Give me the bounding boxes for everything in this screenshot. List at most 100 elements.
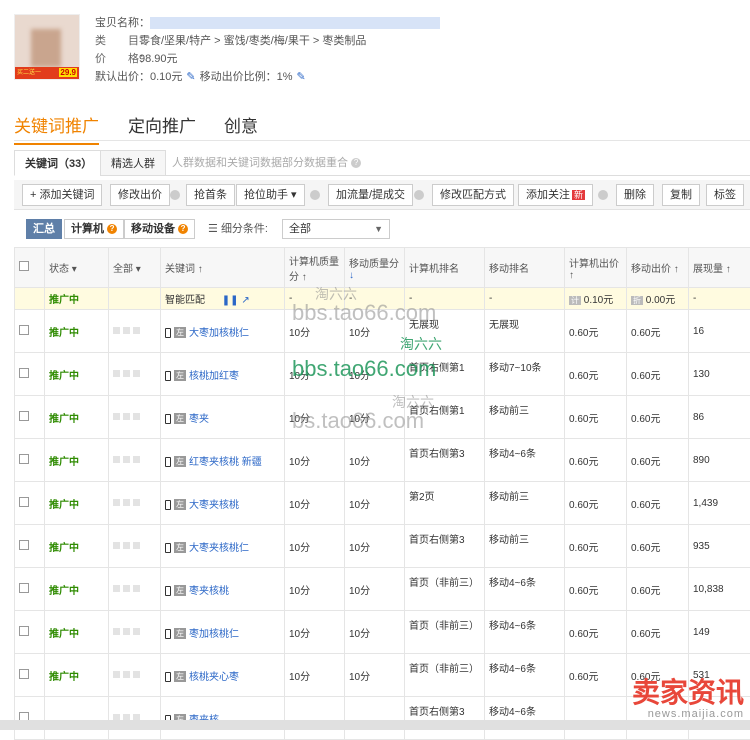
keyword-link[interactable]: 大枣夹核桃仁 (189, 543, 249, 554)
help-icon[interactable]: ? (178, 224, 188, 234)
row-pc-bid[interactable]: 0.60元 (565, 482, 627, 525)
edit-bid-button[interactable]: 修改出价 (110, 184, 170, 206)
help-icon[interactable] (170, 190, 180, 200)
product-image[interactable]: 买二送一 29.9 (14, 14, 80, 80)
row-pc-bid[interactable]: 0.60元 (565, 611, 627, 654)
row-checkbox[interactable] (19, 540, 29, 550)
row-checkbox[interactable] (19, 368, 29, 378)
keyword-link[interactable]: 红枣夹核桃 新疆 (189, 457, 262, 468)
help-icon[interactable]: ? (107, 224, 117, 234)
edit-bid-icon[interactable]: ✎ (186, 71, 195, 83)
row-mobile-bid[interactable]: 0.60元 (627, 353, 689, 396)
row-pc-bid[interactable]: 计 0.10元 (565, 288, 627, 310)
row-pc-bid[interactable]: 0.60元 (565, 525, 627, 568)
tab-creative[interactable]: 创意 (224, 112, 258, 137)
horizontal-scrollbar[interactable] (0, 720, 750, 730)
row-pc-bid[interactable] (565, 697, 627, 740)
brand-name: 卖家资讯 (632, 678, 744, 708)
row-mobile-bid[interactable]: 0.60元 (627, 482, 689, 525)
row-keyword[interactable]: 左核桃夹心枣 (161, 654, 285, 697)
smart-match-row: 推广中 智能匹配 ❚❚ ↗ - - - - 计 0.10元 折 0.00元 - (15, 288, 750, 310)
row-checkbox[interactable] (19, 454, 29, 464)
keyword-link[interactable]: 核桃加红枣 (189, 371, 239, 382)
row-keyword[interactable]: 左核桃加红枣 (161, 353, 285, 396)
row-pc-bid[interactable]: 0.60元 (565, 353, 627, 396)
row-checkbox[interactable] (19, 669, 29, 679)
copy-button[interactable]: 复制 (662, 184, 700, 206)
row-checkbox[interactable] (19, 626, 29, 636)
delete-button[interactable]: 删除 (616, 184, 654, 206)
row-keyword[interactable]: 左枣夹核 (161, 697, 285, 740)
row-mobile-bid[interactable]: 0.60元 (627, 611, 689, 654)
row-pc-bid[interactable]: 0.60元 (565, 654, 627, 697)
col-mobile-bid[interactable]: 移动出价 ↑ (627, 248, 689, 288)
help-icon[interactable] (414, 190, 424, 200)
row-pc-quality (285, 697, 345, 740)
keyword-link[interactable]: 枣加核桃仁 (189, 629, 239, 640)
row-checkbox[interactable] (19, 583, 29, 593)
col-status[interactable]: 状态 ▾ (45, 248, 109, 288)
edit-match-button[interactable]: 修改匹配方式 (432, 184, 514, 206)
row-keyword[interactable]: 左枣夹 (161, 396, 285, 439)
chart-icon[interactable]: ↗ (241, 295, 249, 306)
help-icon[interactable]: ? (351, 158, 361, 168)
filter-select[interactable]: 全部▼ (282, 219, 390, 239)
row-checkbox[interactable] (19, 325, 29, 335)
row-keyword[interactable]: 左枣加核桃仁 (161, 611, 285, 654)
row-mobile-bid[interactable]: 0.60元 (627, 310, 689, 353)
table-row: 推广中左枣加核桃仁10分10分首页（非前三）移动4~6条0.60元0.60元14… (15, 611, 750, 654)
row-mobile-bid[interactable]: 0.60元 (627, 439, 689, 482)
help-icon[interactable] (310, 190, 320, 200)
pause-icon[interactable]: ❚❚ (222, 295, 239, 306)
row-checkbox[interactable] (19, 411, 29, 421)
tag-button[interactable]: 标签 (706, 184, 744, 206)
row-mobile-bid[interactable]: 折 0.00元 (627, 288, 689, 310)
boost-traffic-button[interactable]: 加流量/提成交 (328, 184, 413, 206)
row-pc-bid[interactable]: 0.60元 (565, 568, 627, 611)
row-pc-bid[interactable]: 0.60元 (565, 439, 627, 482)
segment-summary[interactable]: 汇总 (26, 219, 62, 239)
row-keyword[interactable]: 左大枣夹核桃 (161, 482, 285, 525)
grab-top-button[interactable]: 抢首条 (186, 184, 235, 206)
col-pc-bid-label: 计算机出价 (569, 259, 619, 270)
keyword-link[interactable]: 枣夹 (189, 414, 209, 425)
segment-mobile[interactable]: 移动设备 ? (124, 219, 195, 239)
edit-ratio-icon[interactable]: ✎ (297, 71, 306, 83)
mobile-icon (165, 629, 171, 639)
row-mobile-bid[interactable]: 0.60元 (627, 568, 689, 611)
col-keyword[interactable]: 关键词 ↑ (161, 248, 285, 288)
help-icon[interactable] (598, 190, 608, 200)
row-keyword[interactable]: 左大枣夹核桃仁 (161, 525, 285, 568)
product-info: 宝贝名称： 类 目：零食/坚果/特产 > 蜜饯/枣类/梅/果干 > 枣类制品 价… (95, 14, 440, 86)
row-pc-rank: - (405, 288, 485, 310)
segment-pc[interactable]: 计算机 ? (64, 219, 124, 239)
row-pc-bid[interactable]: 0.60元 (565, 310, 627, 353)
col-all[interactable]: 全部 ▾ (109, 248, 161, 288)
keyword-link[interactable]: 大枣夹核桃 (189, 500, 239, 511)
subtab-crowd[interactable]: 精选人群 (100, 150, 166, 176)
col-pc-quality[interactable]: 计算机质量分 ↑ (285, 248, 345, 288)
row-keyword[interactable]: 左枣夹核桃 (161, 568, 285, 611)
row-pc-rank: 首页右侧第3 (405, 697, 485, 740)
keyword-link[interactable]: 枣夹核桃 (189, 586, 229, 597)
position-helper-button[interactable]: 抢位助手 ▾ (236, 184, 305, 206)
add-follow-button[interactable]: 添加关注新 (518, 184, 593, 206)
add-keyword-button[interactable]: + 添加关键词 (22, 184, 102, 206)
row-mobile-bid[interactable]: 0.60元 (627, 525, 689, 568)
row-mobile-quality: 10分 (345, 482, 405, 525)
keyword-link[interactable]: 大枣加核桃仁 (189, 328, 249, 339)
col-impressions[interactable]: 展现量 ↑ (689, 248, 750, 288)
status-dot (133, 585, 140, 592)
tab-targeted-promo[interactable]: 定向推广 (128, 112, 196, 137)
row-keyword[interactable]: 左红枣夹核桃 新疆 (161, 439, 285, 482)
col-pc-bid[interactable]: 计算机出价 ↑ (565, 248, 627, 288)
keyword-link[interactable]: 核桃夹心枣 (189, 672, 239, 683)
select-all-checkbox[interactable] (19, 261, 29, 271)
col-mobile-quality[interactable]: 移动质量分 ↓ (345, 248, 405, 288)
row-keyword[interactable]: 左大枣加核桃仁 (161, 310, 285, 353)
row-mobile-bid[interactable]: 0.60元 (627, 396, 689, 439)
row-pc-bid[interactable]: 0.60元 (565, 396, 627, 439)
chevron-down-icon: ▼ (374, 220, 383, 238)
subtab-keywords[interactable]: 关键词（33） (14, 150, 103, 176)
row-checkbox[interactable] (19, 497, 29, 507)
